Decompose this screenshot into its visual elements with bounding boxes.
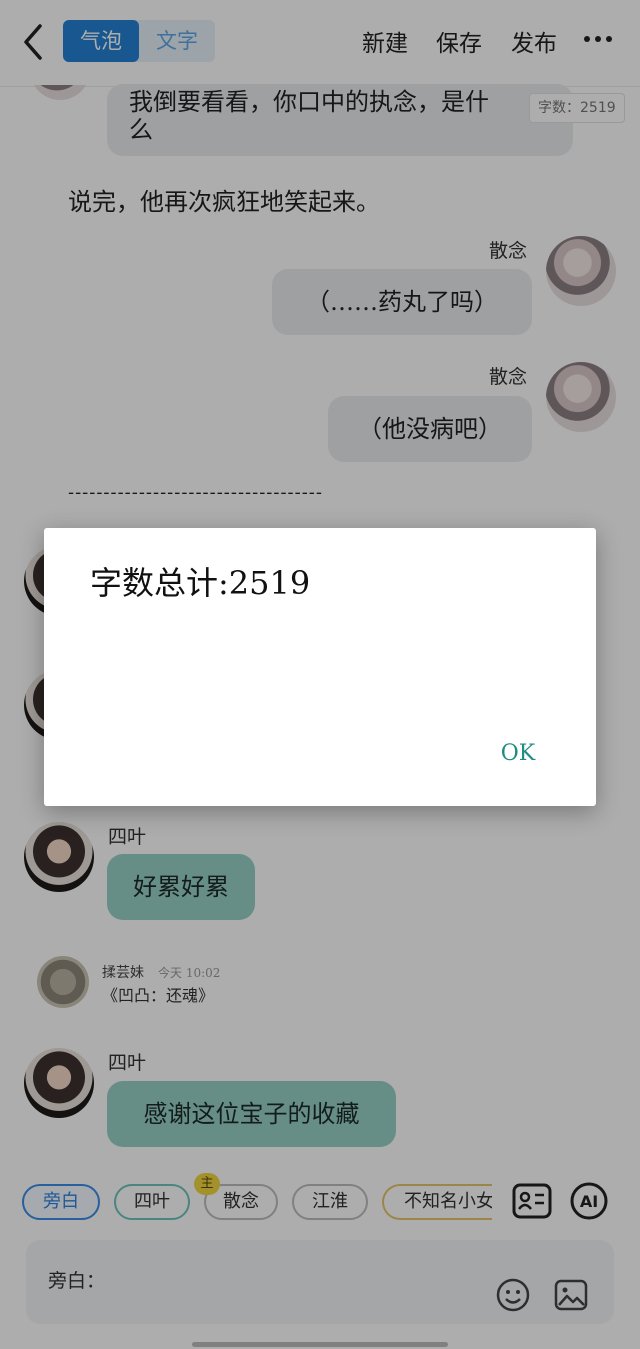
ok-button[interactable]: OK — [488, 734, 548, 774]
word-count-dialog: 字数总计:2519 OK — [44, 528, 596, 806]
chat-editor-screen: 气泡 文字 新建 保存 发布 我倒要看看，你口中的执念，是什 么 字数：2519… — [0, 0, 640, 1349]
dialog-message: 字数总计:2519 — [90, 564, 311, 602]
